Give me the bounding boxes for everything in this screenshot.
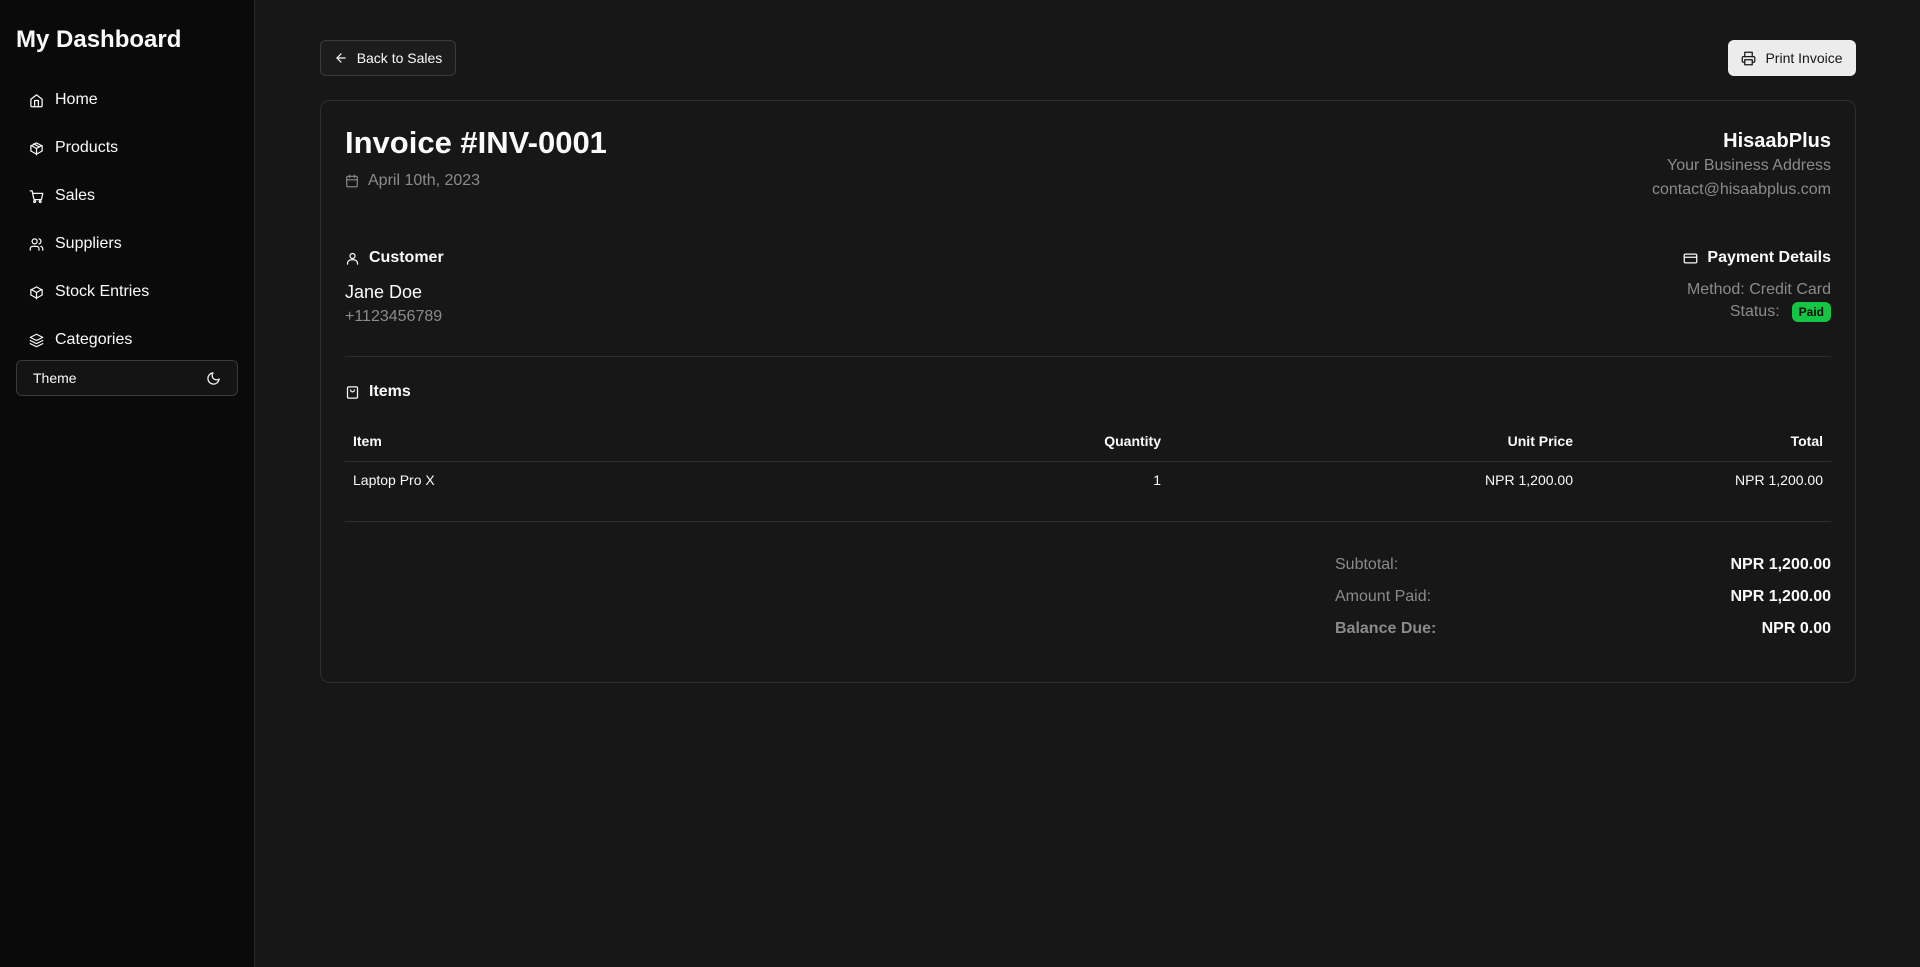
status-badge: Paid [1791, 302, 1831, 322]
amount-paid-value: NPR 1,200.00 [1730, 588, 1831, 605]
customer-name: Jane Doe [345, 282, 423, 302]
payment-section: Payment Details Method: Credit Card Stat… [1683, 249, 1831, 322]
sidebar-item-label: Stock Entries [55, 283, 150, 300]
payment-method: Method: Credit Card [1686, 281, 1831, 298]
items-heading-label: Items [369, 383, 411, 400]
sidebar-item-products[interactable]: Products [16, 124, 238, 172]
subtotal-label: Subtotal: [1335, 556, 1399, 573]
sidebar-item-sales[interactable]: Sales [16, 172, 238, 220]
customer-section: Customer Jane Doe +1123456789 [345, 249, 444, 326]
table-row: Laptop Pro X 1 NPR 1,200.00 NPR 1,200.00 [345, 461, 1831, 499]
calendar-icon [346, 174, 358, 188]
table-header-row: Item Quantity Unit Price Total [345, 421, 1831, 462]
package-icon [30, 285, 43, 299]
invoice-title: Invoice #INV-0001 [345, 125, 607, 160]
amount-paid-row: Amount Paid: NPR 1,200.00 [1335, 581, 1831, 613]
credit-card-icon [1684, 253, 1698, 263]
cell-quantity: 1 [1153, 472, 1161, 489]
balance-due-value: NPR 0.00 [1761, 620, 1831, 637]
users-icon [29, 237, 44, 251]
shopping-bag-icon [346, 385, 359, 399]
customer-heading: Customer [345, 249, 444, 267]
sidebar-item-label: Home [55, 91, 98, 108]
arrow-left-icon [336, 53, 346, 63]
items-heading: Items [345, 383, 411, 401]
sidebar-item-label: Categories [55, 331, 133, 348]
sidebar-item-categories[interactable]: Categories [16, 316, 238, 364]
totals-divider [345, 521, 1831, 522]
sidebar-item-stock-entries[interactable]: Stock Entries [16, 268, 238, 316]
theme-label: Theme [33, 370, 77, 386]
customer-phone: +1123456789 [345, 308, 443, 325]
sidebar-item-suppliers[interactable]: Suppliers [16, 220, 238, 268]
sidebar-nav: Home Products Sales Suppliers Stock Entr… [16, 76, 238, 364]
payment-status-label: Status: [1729, 303, 1780, 320]
subtotal-row: Subtotal: NPR 1,200.00 [1335, 549, 1831, 581]
sidebar-item-label: Sales [55, 187, 96, 204]
company-address: Your Business Address [1667, 157, 1831, 174]
sidebar-item-home[interactable]: Home [16, 76, 238, 124]
home-icon [30, 93, 43, 107]
invoice-date: April 10th, 2023 [345, 172, 480, 190]
payment-heading-label: Payment Details [1707, 249, 1831, 266]
items-table: Item Quantity Unit Price Total Laptop Pr… [345, 421, 1831, 499]
payment-heading: Payment Details [1683, 249, 1831, 267]
section-divider [345, 356, 1831, 357]
customer-heading-label: Customer [369, 249, 444, 266]
invoice-card: Invoice #INV-0001 April 10th, 2023 Hisaa… [320, 100, 1856, 683]
cell-item: Laptop Pro X [353, 472, 435, 489]
payment-status: Status: Paid [1683, 302, 1831, 322]
user-icon [346, 252, 359, 265]
cell-total: NPR 1,200.00 [1735, 472, 1823, 489]
sidebar-item-label: Suppliers [55, 235, 122, 252]
company-email: contact@hisaabplus.com [1652, 181, 1831, 198]
cell-unit-price: NPR 1,200.00 [1485, 472, 1573, 489]
column-header-total: Total [1581, 421, 1831, 462]
print-invoice-button[interactable]: Print Invoice [1728, 40, 1856, 76]
amount-paid-label: Amount Paid: [1335, 588, 1432, 605]
balance-due-row: Balance Due: NPR 0.00 [1335, 613, 1831, 645]
app-title: My Dashboard [16, 26, 182, 53]
column-header-quantity: Quantity [757, 421, 1169, 462]
cart-icon [29, 189, 44, 203]
column-header-unit-price: Unit Price [1169, 421, 1581, 462]
layers-icon [29, 333, 44, 347]
printer-icon [1742, 51, 1756, 65]
company-info: HisaabPlus Your Business Address contact… [1652, 128, 1831, 202]
sidebar: My Dashboard Home Products Sales Supplie… [0, 0, 255, 967]
company-name: HisaabPlus [1723, 130, 1831, 152]
print-label: Print Invoice [1765, 50, 1843, 66]
back-to-sales-button[interactable]: Back to Sales [320, 40, 456, 76]
package-icon [30, 141, 43, 155]
moon-icon [207, 371, 220, 385]
totals-section: Subtotal: NPR 1,200.00 Amount Paid: NPR … [1335, 549, 1831, 645]
subtotal-value: NPR 1,200.00 [1730, 556, 1831, 573]
column-header-item: Item [345, 421, 757, 462]
balance-due-label: Balance Due: [1335, 620, 1437, 637]
theme-toggle-button[interactable]: Theme [16, 360, 238, 396]
sidebar-item-label: Products [55, 139, 119, 156]
invoice-date-text: April 10th, 2023 [368, 172, 481, 189]
back-label: Back to Sales [356, 50, 443, 66]
